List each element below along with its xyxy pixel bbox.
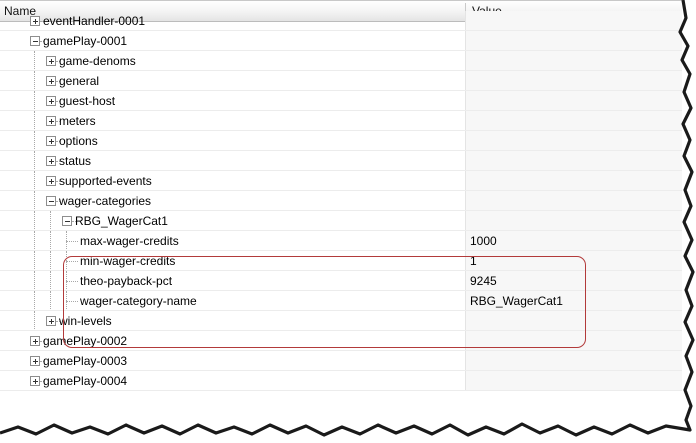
torn-edge-effect	[0, 0, 696, 443]
